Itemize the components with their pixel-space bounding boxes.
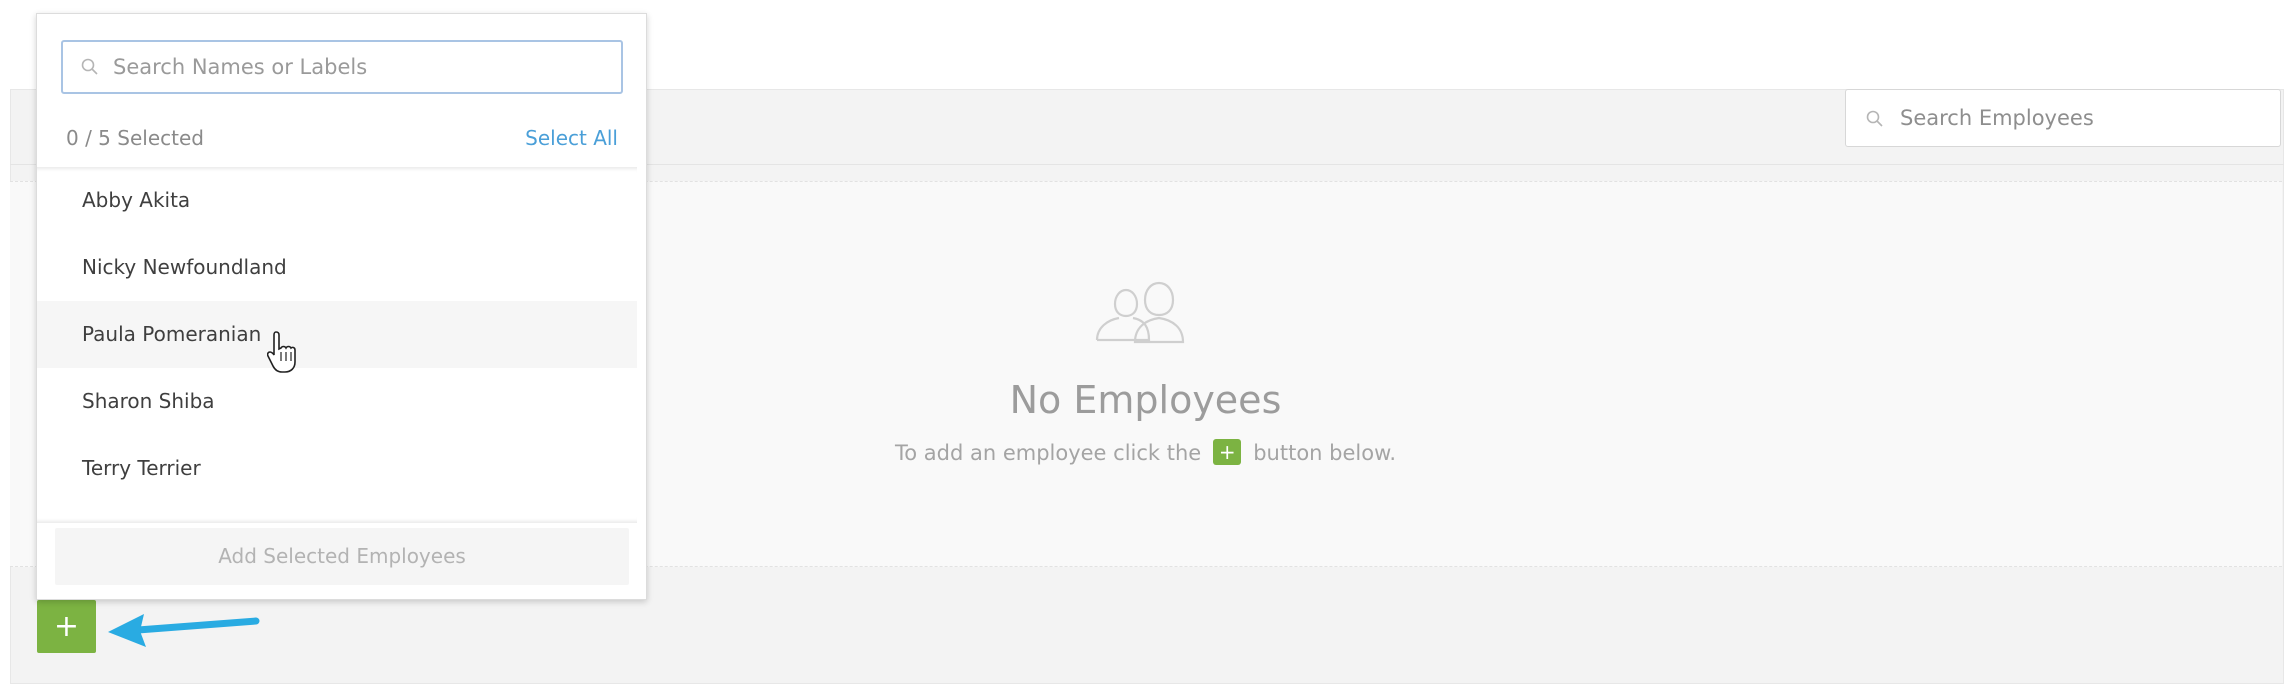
search-icon xyxy=(81,58,99,80)
employee-option[interactable]: Abby Akita xyxy=(37,167,637,234)
add-employee-button[interactable]: + xyxy=(37,600,96,653)
search-icon xyxy=(1866,110,1884,132)
select-all-link[interactable]: Select All xyxy=(525,126,618,150)
hand-cursor-icon xyxy=(266,330,297,378)
employee-option[interactable]: Paula Pomeranian xyxy=(37,301,637,368)
selected-count: 0 / 5 Selected xyxy=(66,126,204,150)
employee-option[interactable]: Terry Terrier xyxy=(37,435,637,502)
employee-picker-dropdown: 0 / 5 Selected Select All Abby Akita Nic… xyxy=(36,13,647,600)
employee-option[interactable]: Nicky Newfoundland xyxy=(37,234,637,301)
add-selected-employees-button[interactable]: Add Selected Employees xyxy=(55,528,629,585)
pointer-arrow-icon xyxy=(104,605,260,655)
names-labels-search-box[interactable] xyxy=(61,40,623,94)
inline-plus-icon: + xyxy=(1213,439,1242,465)
search-employees-input[interactable] xyxy=(1900,100,2260,136)
employee-list: Abby Akita Nicky Newfoundland Paula Pome… xyxy=(37,167,637,523)
employee-option[interactable]: Sharon Shiba xyxy=(37,368,637,435)
empty-state-subtitle-suffix: button below. xyxy=(1253,441,1397,465)
names-labels-search-input[interactable] xyxy=(113,50,603,84)
empty-state-subtitle-prefix: To add an employee click the xyxy=(894,441,1202,465)
search-employees-box[interactable] xyxy=(1845,89,2281,147)
people-icon xyxy=(1095,280,1195,348)
